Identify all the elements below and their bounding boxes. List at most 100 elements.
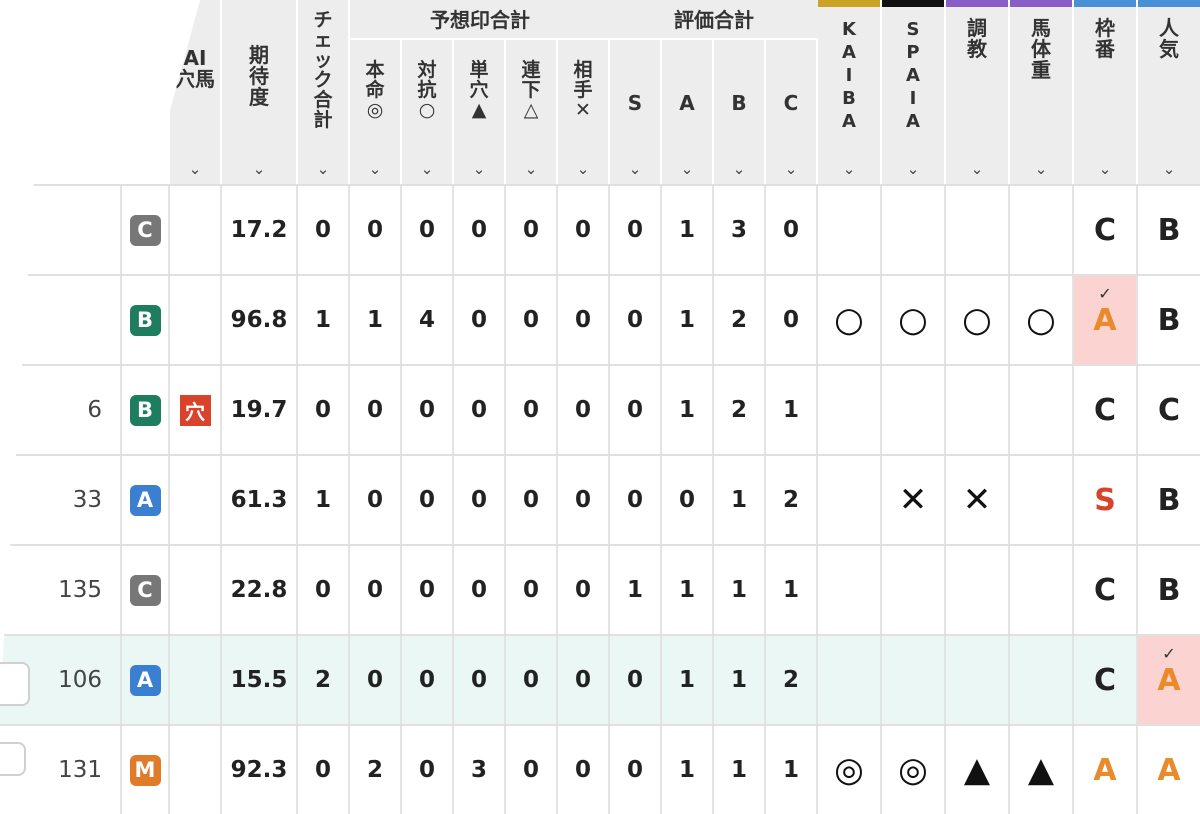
- rank-badge-cell: A: [122, 636, 170, 724]
- chevron-down-icon[interactable]: ⌄: [1074, 160, 1136, 178]
- rank-badge: C: [129, 214, 161, 246]
- kaiba-mark-symbol: ◎: [834, 750, 864, 790]
- choukyou-accent-bar: [946, 0, 1008, 7]
- mark-count: 0: [454, 276, 506, 364]
- header-taikou[interactable]: 対 抗 ○ ⌄: [402, 40, 454, 184]
- choukyou-mark-symbol: ▲: [963, 750, 991, 790]
- wakuban-grade-text: C: [1093, 212, 1117, 248]
- rank-badge: M: [129, 754, 161, 786]
- eval-count: 1: [766, 726, 818, 814]
- chevron-down-icon[interactable]: ⌄: [1138, 160, 1200, 178]
- bataijuu-mark: [1010, 456, 1074, 544]
- header-choukyou-label: 調 教: [967, 16, 987, 61]
- eval-count: 2: [714, 366, 766, 454]
- kaiba-mark: [818, 456, 882, 544]
- mark-count: 0: [506, 276, 558, 364]
- chevron-down-icon[interactable]: ⌄: [766, 160, 816, 178]
- wakuban-grade-text: C: [1093, 572, 1117, 608]
- header-check[interactable]: チ ェ ッ ク 合 計 ⌄: [298, 0, 350, 184]
- mark-count: 0: [506, 456, 558, 544]
- chevron-down-icon[interactable]: ⌄: [1010, 160, 1072, 178]
- mark-count: 0: [402, 546, 454, 634]
- header-ai-ana[interactable]: AI 穴馬 ⌄: [170, 0, 222, 184]
- rank-badge-cell: A: [122, 456, 170, 544]
- header-ninki[interactable]: 人 気 ⌄: [1138, 0, 1200, 184]
- chevron-down-icon[interactable]: ⌄: [558, 160, 608, 178]
- check-total: 0: [298, 186, 350, 274]
- horse-number: [40, 186, 122, 274]
- wakuban-grade: C: [1074, 186, 1138, 274]
- chevron-down-icon[interactable]: ⌄: [402, 160, 452, 178]
- table-row[interactable]: 135 C 22.8 0 0 0 0 0 0 1 1 1 1 C B: [0, 544, 1200, 634]
- horse-number: 106: [40, 636, 122, 724]
- chevron-down-icon[interactable]: ⌄: [298, 160, 348, 178]
- chevron-down-icon[interactable]: ⌄: [662, 160, 712, 178]
- mark-count: 0: [558, 546, 610, 634]
- table-row[interactable]: 131 M 92.3 0 2 0 3 0 0 0 1 1 1 ◎ ◎ ▲ ▲ A A: [0, 724, 1200, 814]
- bataijuu-mark: [1010, 186, 1074, 274]
- header-kaiba[interactable]: K A I B A ⌄: [818, 0, 882, 184]
- left-handle[interactable]: [0, 742, 26, 776]
- header-tanana[interactable]: 単 穴 ▲ ⌄: [454, 40, 506, 184]
- spaia-mark: ✕: [882, 456, 946, 544]
- chevron-down-icon[interactable]: ⌄: [610, 160, 660, 178]
- check-icon: ✓: [1162, 644, 1176, 663]
- chevron-down-icon[interactable]: ⌄: [222, 160, 296, 178]
- header-honmei[interactable]: 本 命 ◎ ⌄: [350, 40, 402, 184]
- chevron-down-icon[interactable]: ⌄: [454, 160, 504, 178]
- ninki-grade: A: [1138, 726, 1200, 814]
- header-group-hyouka: 評価合計: [610, 0, 818, 40]
- table-row[interactable]: 106 A 15.5 2 0 0 0 0 0 0 1 1 2 C A ✓: [0, 634, 1200, 724]
- header-c[interactable]: C ⌄: [766, 40, 818, 184]
- chevron-down-icon[interactable]: ⌄: [714, 160, 764, 178]
- header-a[interactable]: A ⌄: [662, 40, 714, 184]
- chevron-down-icon[interactable]: ⌄: [350, 160, 400, 178]
- header-aite[interactable]: 相 手 ✕ ⌄: [558, 40, 610, 184]
- mark-count: 0: [454, 366, 506, 454]
- table-row[interactable]: B 96.8 1 1 4 0 0 0 0 1 2 0 ○ ○ ○ ○ A ✓ B: [0, 274, 1200, 364]
- eval-count: 1: [662, 546, 714, 634]
- mark-count: 0: [454, 636, 506, 724]
- bataijuu-mark: [1010, 546, 1074, 634]
- kaiba-mark-symbol: ○: [834, 300, 864, 340]
- eval-count: 2: [766, 456, 818, 544]
- ai-ana-cell: [170, 726, 222, 814]
- chevron-down-icon[interactable]: ⌄: [818, 160, 880, 178]
- rank-badge-cell: B: [122, 366, 170, 454]
- bataijuu-mark: [1010, 366, 1074, 454]
- eval-count: 0: [610, 456, 662, 544]
- choukyou-mark: ▲: [946, 726, 1010, 814]
- table-row[interactable]: 6 B 穴 19.7 0 0 0 0 0 0 0 1 2 1 C C: [0, 364, 1200, 454]
- mark-count: 0: [558, 366, 610, 454]
- ai-ana-cell: 穴: [170, 366, 222, 454]
- eval-count: 1: [766, 366, 818, 454]
- chevron-down-icon[interactable]: ⌄: [170, 160, 220, 178]
- chevron-down-icon[interactable]: ⌄: [506, 160, 556, 178]
- header-s[interactable]: S ⌄: [610, 40, 662, 184]
- rank-badge: A: [129, 484, 161, 516]
- chevron-down-icon[interactable]: ⌄: [882, 160, 944, 178]
- chevron-down-icon[interactable]: ⌄: [946, 160, 1008, 178]
- header-renka-label: 連 下 △: [521, 59, 541, 121]
- ai-ana-cell: [170, 276, 222, 364]
- check-total: 2: [298, 636, 350, 724]
- kaiba-mark: ○: [818, 276, 882, 364]
- header-spaia[interactable]: S P A I A ⌄: [882, 0, 946, 184]
- header-b[interactable]: B ⌄: [714, 40, 766, 184]
- left-handle[interactable]: [0, 662, 30, 706]
- header-kitai[interactable]: 期 待 度 ⌄: [222, 0, 298, 184]
- eval-count: 0: [766, 186, 818, 274]
- wakuban-accent-bar: [1074, 0, 1136, 7]
- eval-count: 1: [766, 546, 818, 634]
- table-row[interactable]: C 17.2 0 0 0 0 0 0 0 1 3 0 C B: [0, 184, 1200, 274]
- eval-count: 0: [610, 276, 662, 364]
- header-renka[interactable]: 連 下 △ ⌄: [506, 40, 558, 184]
- choukyou-mark: ✕: [946, 456, 1010, 544]
- header-wakuban[interactable]: 枠 番 ⌄: [1074, 0, 1138, 184]
- eval-count: 0: [610, 726, 662, 814]
- header-choukyou[interactable]: 調 教 ⌄: [946, 0, 1010, 184]
- table-row[interactable]: 33 A 61.3 1 0 0 0 0 0 0 0 1 2 ✕ ✕ S B: [0, 454, 1200, 544]
- spaia-mark: [882, 366, 946, 454]
- eval-count: 1: [610, 546, 662, 634]
- header-bataijuu[interactable]: 馬 体 重 ⌄: [1010, 0, 1074, 184]
